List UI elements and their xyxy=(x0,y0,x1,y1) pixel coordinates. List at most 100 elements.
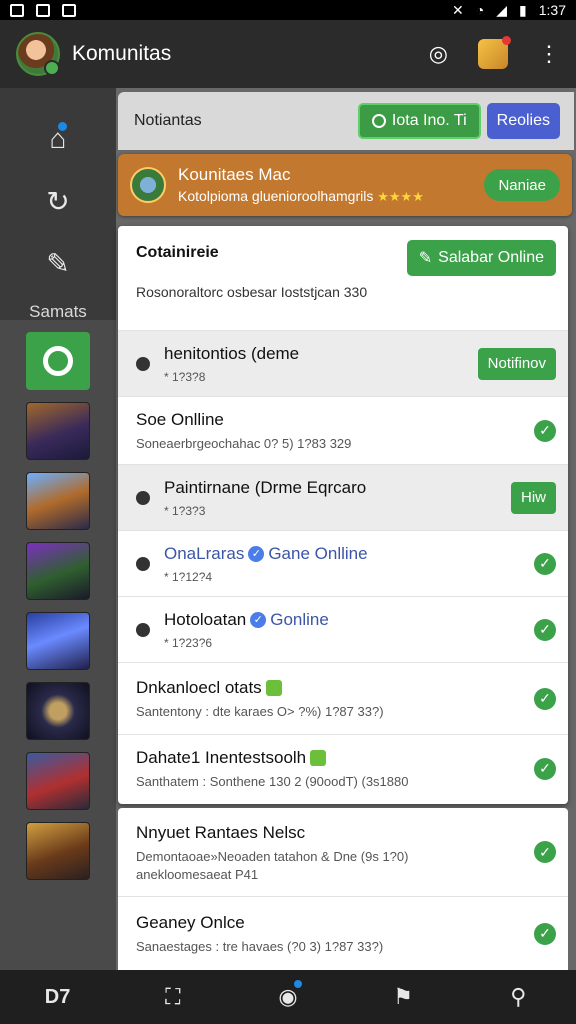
item-title: Nnyuet Rantaes Nelsc xyxy=(136,822,306,842)
friends-panel: Cotainireie Rosonoraltorc osbesar Iostst… xyxy=(118,226,568,804)
online-button[interactable]: ✎ Salabar Online xyxy=(406,240,556,276)
banner-title: Kounitaes Mac xyxy=(178,165,291,184)
status-dot-icon xyxy=(136,556,150,571)
check-icon[interactable]: ✓ xyxy=(534,419,556,442)
list-item[interactable]: henitontios (deme * 1?3?8 Notifinov xyxy=(118,330,568,396)
photo-icon xyxy=(62,3,76,17)
item-title: Dahate1 Inentestsoolh xyxy=(136,748,307,767)
refresh-icon: ↻ xyxy=(46,185,70,217)
person-icon: ⚲ xyxy=(510,984,527,1009)
search-icon: ◉ xyxy=(278,984,298,1009)
list-item[interactable]: Dahate1 Inentestsoolh Santhatem : Sonthe… xyxy=(118,734,568,802)
status-dot-icon xyxy=(136,490,150,505)
list-item[interactable]: Paintirnane (Drme Eqrcaro * 1?3?3 Hiw xyxy=(118,464,568,530)
view-button[interactable]: Hiw xyxy=(511,481,556,514)
list-item[interactable]: Hotoloatan ✓ Gonline * 1?23?6 ✓ xyxy=(118,596,568,662)
list-item[interactable]: Nnyuet Rantaes Nelsc Demontaoae»Neoaden … xyxy=(118,808,568,896)
mute-icon: ✕ xyxy=(452,1,464,18)
check-icon[interactable]: ✓ xyxy=(534,841,556,863)
game-thumbnail[interactable] xyxy=(26,612,90,670)
list-item[interactable]: OnaLraras ✓ Gane Onlline * 1?12?4 ✓ xyxy=(118,530,568,596)
status-bar: ✕ ◔ ◢ ▮ 1:37 xyxy=(0,0,576,20)
bottom-nav: D7 ⛶ ◉ ⚑ ⚲ xyxy=(0,970,576,1024)
game-thumbnail[interactable] xyxy=(26,822,90,880)
check-icon[interactable]: ✓ xyxy=(534,687,556,710)
check-icon[interactable]: ✓ xyxy=(534,618,556,641)
item-meta: * 1?3?8 xyxy=(164,369,206,384)
game-thumbnail[interactable] xyxy=(26,752,90,810)
panel-subtitle: Rosonoraltorc osbesar Ioststjcan 330 xyxy=(136,284,368,300)
item-status: Gane Onlline xyxy=(268,543,368,563)
community-icon xyxy=(130,167,166,203)
game-thumbnail[interactable] xyxy=(26,472,90,530)
nav-scan[interactable]: ⛶ xyxy=(153,984,193,1010)
nav-bookmark[interactable]: ⚑ xyxy=(383,984,423,1010)
sidebar-item-home[interactable]: ⌂ xyxy=(0,108,116,170)
item-title: Dnkanloecl otats xyxy=(136,678,262,697)
more-options-icon[interactable]: ⋮ xyxy=(538,41,560,67)
sidebar-item-edit[interactable]: ✎ xyxy=(0,232,116,294)
item-title: henitontios (deme xyxy=(164,343,300,363)
section-title: Notiantas xyxy=(134,112,202,129)
item-title: Soe Onlline xyxy=(136,410,224,429)
community-banner[interactable]: Kounitaes Mac Kotolpioma gluenioroolhamg… xyxy=(118,154,572,216)
list-item[interactable]: Geaney Onlce Sanaestages : tre havaes (?… xyxy=(118,896,568,970)
gift-icon xyxy=(310,750,327,766)
game-thumbnail[interactable] xyxy=(26,402,90,460)
search-icon[interactable]: ◎ xyxy=(429,41,448,67)
item-status: Gonline xyxy=(270,609,329,629)
item-title: Paintirnane (Drme Eqrcaro xyxy=(164,477,367,497)
signal-icon: ◢ xyxy=(496,1,508,18)
status-dot-icon xyxy=(136,622,150,637)
secondary-action-button[interactable]: Reolies xyxy=(486,103,560,139)
banner-button[interactable]: Naniae xyxy=(484,169,560,201)
sidebar: ⌂ ↻ ✎ Samats xyxy=(0,88,116,970)
app-title: Komunitas xyxy=(72,42,172,65)
target-icon xyxy=(43,346,73,376)
stars-icon: ★★★★ xyxy=(377,189,424,204)
item-title: OnaLraras xyxy=(164,543,245,563)
item-title: Hotoloatan xyxy=(164,609,247,629)
check-icon[interactable]: ✓ xyxy=(534,757,556,780)
nav-profile[interactable]: ⚲ xyxy=(498,984,538,1010)
notifications-header: Notiantas Iota Ino. Ti Reolies xyxy=(118,92,574,150)
primary-action-button[interactable]: Iota Ino. Ti xyxy=(357,103,481,139)
sidebar-label: Samats xyxy=(29,302,87,321)
nav-logo[interactable]: D7 xyxy=(38,986,78,1009)
nav-search[interactable]: ◉ xyxy=(268,980,308,1010)
notify-button[interactable]: Notifinov xyxy=(477,347,556,380)
game-thumbnail[interactable] xyxy=(26,682,90,740)
item-title-line: Hotoloatan ✓ Gonline xyxy=(164,610,534,630)
list-item[interactable]: Dnkanloecl otats Santentony : dte karaes… xyxy=(118,662,568,734)
item-title-line: Dahate1 Inentestsoolh xyxy=(136,748,534,768)
item-meta: * 1?23?6 xyxy=(164,635,213,650)
achievements-icon[interactable] xyxy=(478,36,511,69)
status-time: 1:37 xyxy=(538,2,566,18)
sidebar-item-refresh[interactable]: ↻ xyxy=(0,170,116,232)
app-bar: Komunitas ◎ ⋮ xyxy=(0,20,576,88)
edit-icon: ✎ xyxy=(46,247,70,279)
check-icon[interactable]: ✓ xyxy=(534,552,556,575)
circle-icon xyxy=(371,114,386,128)
item-title-line: OnaLraras ✓ Gane Onlline xyxy=(164,544,534,564)
wifi-icon: ◔ xyxy=(475,2,485,18)
item-title: Geaney Onlce xyxy=(136,913,245,932)
item-meta: Demontaoae»Neoaden tatahon & Dne (9s 1?0… xyxy=(136,848,409,864)
edit-icon: ✎ xyxy=(418,250,433,267)
secondary-list: Nnyuet Rantaes Nelsc Demontaoae»Neoaden … xyxy=(118,808,568,970)
item-meta: Sanaestages : tre havaes (?0 3) 1?87 33?… xyxy=(136,939,384,954)
battery-icon: ▮ xyxy=(519,1,527,18)
avatar[interactable] xyxy=(16,32,60,76)
primary-action-label: Iota Ino. Ti xyxy=(391,112,467,129)
list-item[interactable]: Soe Onlline Soneaerbrgeochahac 0? 5) 1?8… xyxy=(118,396,568,464)
banner-subtitle-text: Kotolpioma gluenioroolhamgrils xyxy=(178,188,374,204)
check-icon[interactable]: ✓ xyxy=(534,922,556,945)
status-dot-icon xyxy=(136,356,150,371)
item-title-line: Dnkanloecl otats xyxy=(136,678,534,698)
scan-icon: ⛶ xyxy=(165,984,181,1009)
sidebar-selected-item[interactable] xyxy=(26,332,90,390)
main-content: Notiantas Iota Ino. Ti Reolies Kounitaes… xyxy=(116,88,576,970)
item-meta-secondary: anekloomesaeat P41 xyxy=(136,866,259,882)
notification-icon xyxy=(36,3,50,17)
game-thumbnail[interactable] xyxy=(26,542,90,600)
